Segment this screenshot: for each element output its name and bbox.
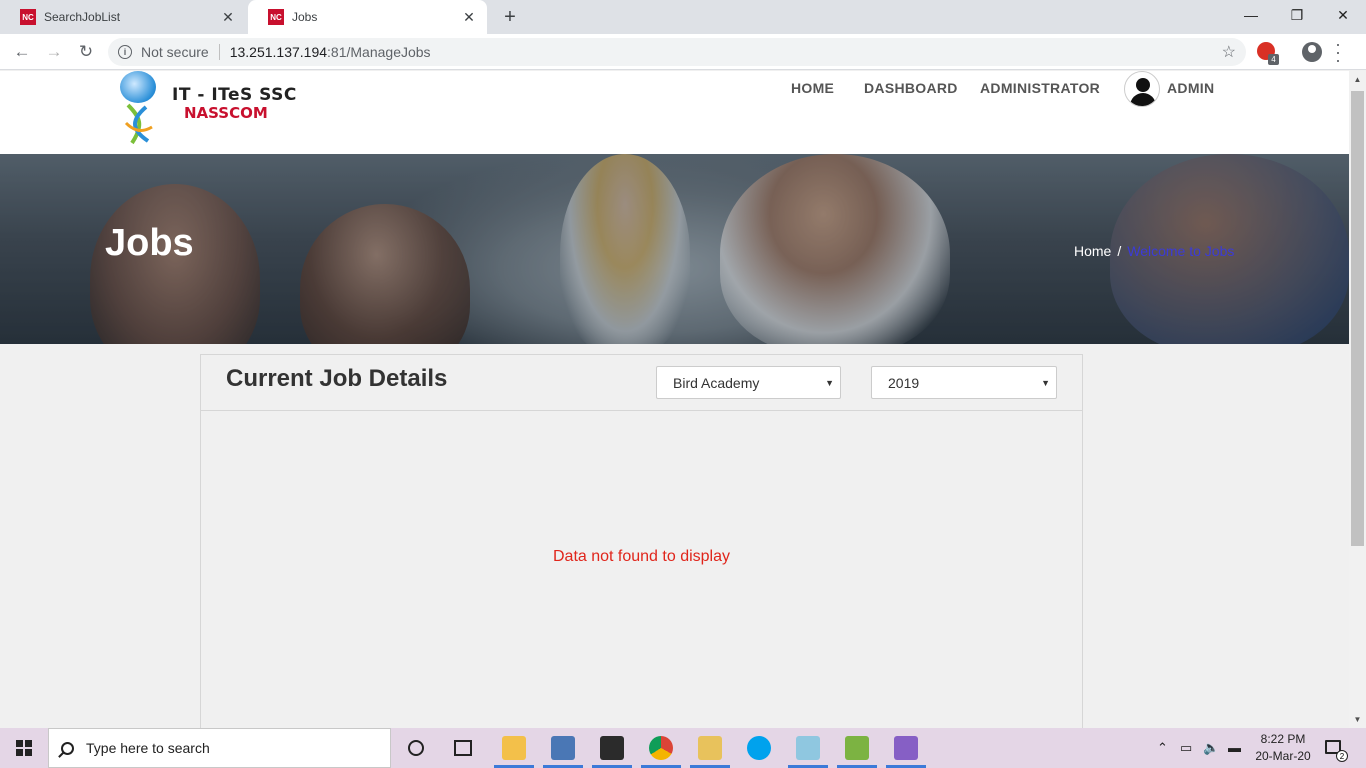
sql-tool-icon[interactable] [698, 736, 722, 760]
avatar-body [1130, 93, 1156, 106]
url-path: :81/ManageJobs [327, 44, 431, 60]
breadcrumb-current: Welcome to Jobs [1127, 243, 1235, 259]
bookmark-star-icon[interactable]: ☆ [1222, 42, 1236, 62]
figure-icon [124, 103, 153, 145]
breadcrumb-separator: / [1117, 243, 1122, 259]
empty-state-message: Data not found to display [552, 548, 730, 565]
battery-icon[interactable]: ▬ [1228, 740, 1241, 755]
page-viewport: IT - ITeS SSC NASSCOM HOME DASHBOARD ADM… [0, 71, 1349, 728]
remote-desktop-icon[interactable] [551, 736, 575, 760]
nav-dashboard[interactable]: DASHBOARD [864, 80, 958, 96]
taskbar-search-placeholder: Type here to search [86, 740, 210, 756]
nav-home[interactable]: HOME [791, 80, 834, 96]
avatar[interactable] [1124, 71, 1160, 107]
scroll-thumb[interactable] [1351, 91, 1364, 546]
security-label: Not secure [141, 44, 209, 60]
chrome-icon[interactable] [649, 736, 673, 760]
tab-searchjoblist[interactable]: NC SearchJobList ✕ [0, 0, 246, 34]
windows-logo-icon [16, 740, 32, 756]
scroll-down-arrow-icon[interactable]: ▼ [1349, 711, 1366, 728]
nav-administrator[interactable]: ADMINISTRATOR [980, 80, 1100, 96]
nasscom-favicon-icon: NC [268, 9, 284, 25]
breadcrumb: Home / Welcome to Jobs [1074, 243, 1234, 259]
url-host: 13.251.137.194 [229, 44, 328, 60]
year-select[interactable]: 2019 ▼ [871, 366, 1057, 399]
forward-arrow-icon[interactable]: → [42, 40, 66, 64]
close-tab-icon[interactable]: ✕ [220, 9, 236, 25]
nasscom-favicon-icon: NC [20, 9, 36, 25]
terminal-icon[interactable] [600, 736, 624, 760]
nav-admin[interactable]: ADMIN [1167, 80, 1214, 96]
search-icon [61, 741, 74, 755]
page-scrollbar[interactable]: ▲ ▼ [1349, 71, 1366, 728]
clock-time: 8:22 PM [1260, 732, 1306, 746]
browser-tabstrip: NC SearchJobList ✕ NC Jobs ✕ + — ❐ ✕ [0, 0, 1366, 34]
academy-select[interactable]: Bird Academy ▼ [656, 366, 841, 399]
panel-header: Current Job Details Bird Academy ▼ 2019 … [201, 355, 1082, 411]
close-window-button[interactable]: ✕ [1320, 0, 1366, 30]
taskbar-search-input[interactable]: Type here to search [48, 728, 391, 768]
visual-studio-icon[interactable] [894, 736, 918, 760]
close-tab-icon[interactable]: ✕ [461, 9, 477, 25]
reload-icon[interactable]: ↻ [74, 40, 98, 64]
minimize-window-button[interactable]: — [1228, 0, 1274, 30]
omnibox-divider [218, 44, 220, 60]
profile-icon[interactable] [1302, 42, 1322, 62]
notes-app-icon[interactable] [796, 736, 820, 760]
logo-subtitle: NASSCOM [184, 104, 268, 122]
chevron-down-icon: ▼ [1041, 378, 1050, 388]
back-arrow-icon[interactable]: ← [10, 40, 34, 64]
clock-date: 20-Mar-20 [1255, 749, 1311, 763]
panel-title: Current Job Details [226, 365, 448, 392]
maximize-window-button[interactable]: ❐ [1274, 0, 1320, 30]
network-icon[interactable]: ▭ [1180, 740, 1192, 756]
tab-jobs[interactable]: NC Jobs ✕ [248, 0, 487, 34]
chevron-down-icon: ▼ [825, 378, 834, 388]
academy-select-value: Bird Academy [673, 374, 760, 391]
taskbar-clock[interactable]: 8:22 PM 20-Mar-20 [1245, 731, 1321, 765]
new-tab-button[interactable]: + [498, 5, 522, 29]
volume-icon[interactable]: 🔈 [1203, 740, 1219, 756]
tab-title: SearchJobList [44, 10, 121, 24]
breadcrumb-home-link[interactable]: Home [1074, 243, 1111, 259]
year-select-value: 2019 [888, 374, 920, 391]
cortana-icon[interactable] [408, 740, 424, 756]
notification-badge: 2 [1336, 750, 1348, 762]
globe-icon [120, 71, 156, 103]
task-view-icon[interactable] [454, 740, 472, 756]
notepad-plus-icon[interactable] [845, 736, 869, 760]
scroll-up-arrow-icon[interactable]: ▲ [1349, 71, 1366, 88]
site-header: IT - ITeS SSC NASSCOM HOME DASHBOARD ADM… [0, 71, 1349, 154]
browser-toolbar: ← → ↻ i Not secure 13.251.137.194:81/Man… [0, 34, 1366, 70]
hero-banner: Jobs Home / Welcome to Jobs [0, 154, 1349, 344]
job-details-panel: Current Job Details Bird Academy ▼ 2019 … [200, 354, 1083, 728]
skype-icon[interactable] [747, 736, 771, 760]
page-title: Jobs [105, 222, 194, 264]
address-bar[interactable]: i Not secure 13.251.137.194:81/ManageJob… [108, 38, 1246, 66]
tab-title: Jobs [292, 10, 318, 24]
nasscom-logo[interactable]: IT - ITeS SSC NASSCOM [118, 71, 298, 151]
extension-badge: 4 [1268, 54, 1279, 65]
file-explorer-icon[interactable] [502, 736, 526, 760]
browser-menu-icon[interactable]: · · · [1335, 35, 1341, 69]
tray-chevron-up-icon[interactable]: ⌃ [1157, 740, 1168, 756]
logo-title: IT - ITeS SSC [172, 85, 297, 105]
avatar-head [1136, 78, 1150, 92]
windows-taskbar: Type here to search ⌃ ▭ 🔈 ▬ 8:22 PM 20-M… [0, 728, 1366, 768]
info-icon[interactable]: i [118, 45, 132, 59]
start-button[interactable] [0, 728, 48, 768]
